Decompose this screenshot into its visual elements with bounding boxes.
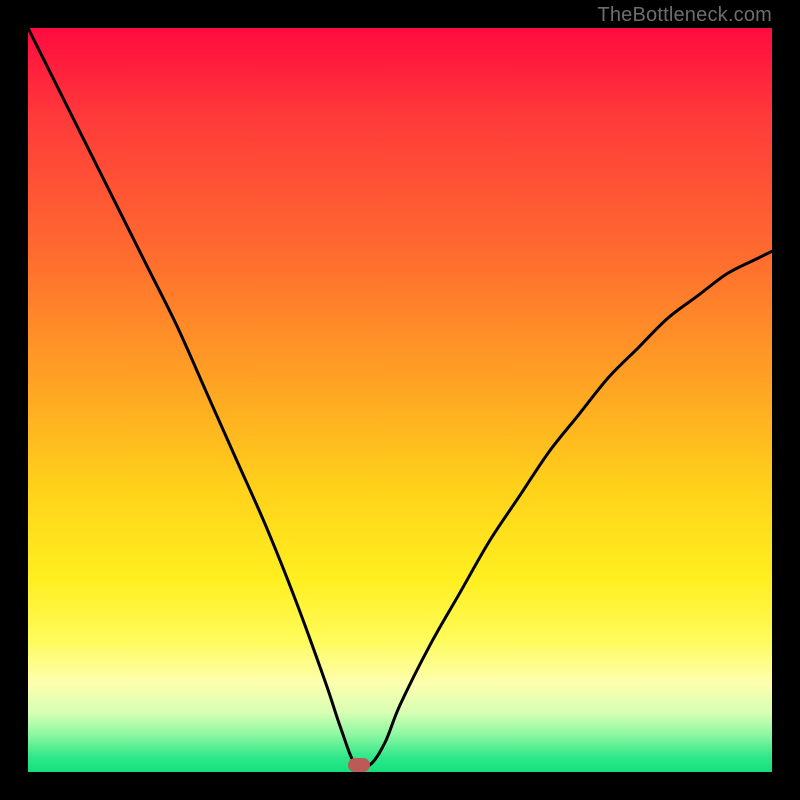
plot-area	[28, 28, 772, 772]
optimum-marker	[348, 758, 370, 772]
bottleneck-curve	[28, 28, 772, 772]
watermark-text: TheBottleneck.com	[597, 4, 772, 27]
chart-frame: TheBottleneck.com	[0, 0, 800, 800]
